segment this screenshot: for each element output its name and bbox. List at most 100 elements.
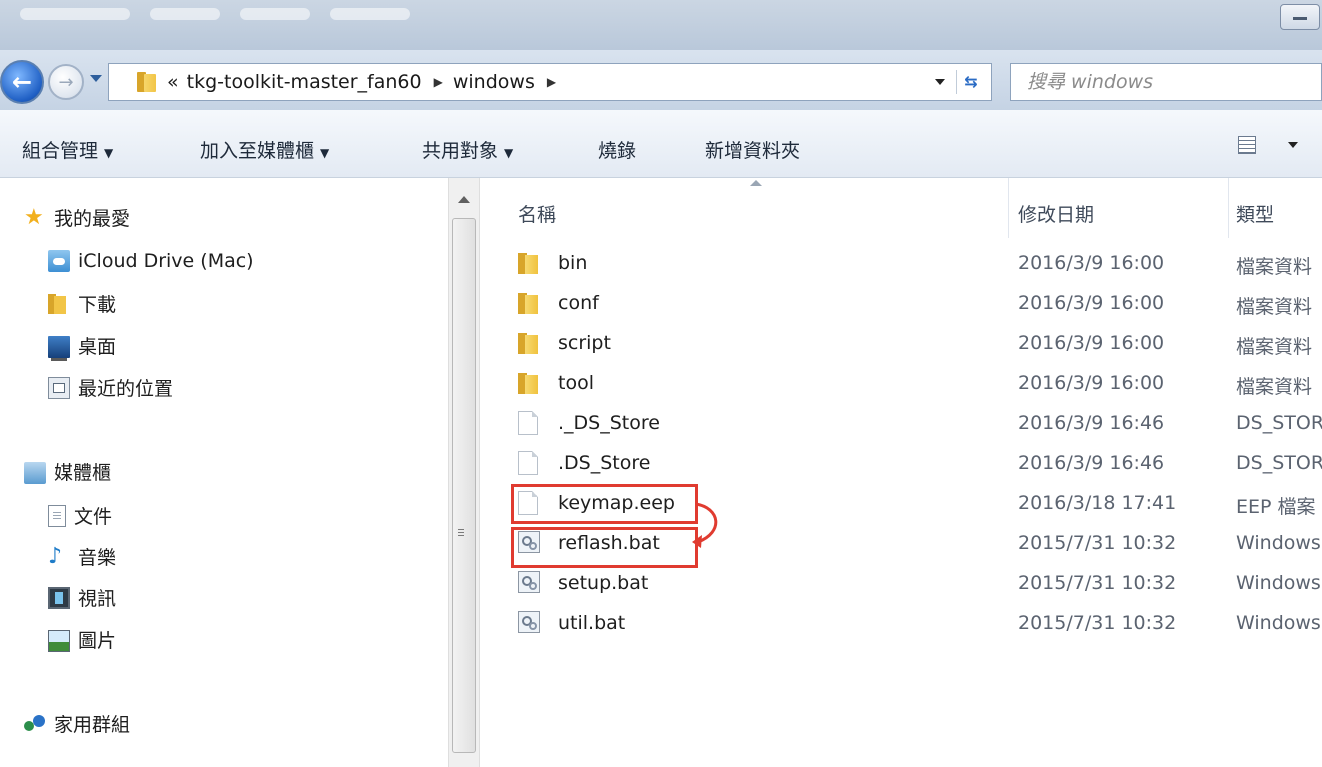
file-date: 2015/7/31 10:32	[1018, 572, 1177, 594]
nav-homegroup[interactable]: 家用群組	[24, 710, 130, 737]
add-to-library-label: 加入至媒體櫃	[200, 140, 315, 162]
back-arrow-icon: ←	[11, 68, 33, 96]
scroll-up-icon[interactable]	[458, 196, 470, 203]
file-name: setup.bat	[558, 572, 649, 594]
add-to-library-button[interactable]: 加入至媒體櫃 ▼	[200, 136, 329, 163]
refresh-icon[interactable]: ⇆	[956, 70, 985, 94]
file-type: Windows	[1236, 532, 1321, 554]
file-row[interactable]: ._DS_Store 2016/3/9 16:46 DS_STORE	[480, 404, 1322, 444]
column-divider[interactable]	[1228, 178, 1229, 238]
nav-documents[interactable]: 文件	[48, 502, 112, 529]
highlight-box-keymap	[511, 484, 698, 524]
nav-desktop-label: 桌面	[78, 336, 117, 358]
file-date: 2016/3/9 16:46	[1018, 412, 1165, 434]
file-row[interactable]: bin 2016/3/9 16:00 檔案資料	[480, 244, 1322, 284]
file-type: 檔案資料	[1236, 256, 1313, 278]
downloads-folder-icon	[48, 293, 70, 315]
nav-libraries-label: 媒體櫃	[54, 462, 112, 484]
view-options-icon[interactable]	[1238, 136, 1256, 154]
scrollbar-thumb[interactable]	[452, 218, 476, 753]
breadcrumb-tkg-toolkit[interactable]: tkg-toolkit-master_fan60	[187, 71, 422, 93]
search-input[interactable]: 搜尋 windows	[1010, 63, 1322, 101]
file-row[interactable]: .DS_Store 2016/3/9 16:46 DS_STORE	[480, 444, 1322, 484]
file-row[interactable]: script 2016/3/9 16:00 檔案資料	[480, 324, 1322, 364]
nav-favorites-label: 我的最愛	[54, 208, 131, 230]
column-header-date[interactable]: 修改日期	[1018, 200, 1094, 227]
nav-recent-places[interactable]: 最近的位置	[48, 374, 173, 401]
chevron-right-icon[interactable]: ▶	[434, 75, 443, 89]
nav-videos[interactable]: 視訊	[48, 584, 116, 611]
nav-desktop[interactable]: 桌面	[48, 332, 117, 361]
file-date: 2015/7/31 10:32	[1018, 532, 1177, 554]
library-icon	[24, 462, 46, 484]
file-name: conf	[558, 292, 599, 314]
organize-button[interactable]: 組合管理 ▼	[22, 136, 113, 163]
cloud-icon	[48, 250, 70, 272]
file-type: 檔案資料	[1236, 376, 1313, 398]
nav-favorites[interactable]: ★ 我的最愛	[24, 204, 130, 231]
forward-arrow-icon: →	[58, 71, 74, 93]
file-name: script	[558, 332, 611, 354]
file-date: 2016/3/9 16:00	[1018, 292, 1165, 314]
column-header-name[interactable]: 名稱	[518, 200, 556, 227]
folder-icon	[518, 371, 540, 395]
share-with-button[interactable]: 共用對象 ▼	[422, 136, 513, 163]
chevron-down-icon: ▼	[504, 146, 514, 160]
file-row[interactable]: setup.bat 2015/7/31 10:32 Windows	[480, 564, 1322, 604]
nav-icloud-label: iCloud Drive (Mac)	[78, 250, 254, 272]
address-dropdown-icon[interactable]	[935, 79, 945, 85]
menu-blur	[150, 8, 220, 20]
chevron-down-icon[interactable]	[1288, 142, 1298, 148]
column-divider[interactable]	[1008, 178, 1009, 238]
music-note-icon: ♪	[48, 543, 63, 569]
file-date: 2016/3/9 16:00	[1018, 372, 1165, 394]
nav-videos-label: 視訊	[78, 588, 117, 610]
nav-icloud-drive[interactable]: iCloud Drive (Mac)	[48, 250, 254, 272]
column-header-type[interactable]: 類型	[1236, 200, 1274, 227]
nav-music[interactable]: ♪ 音樂	[48, 543, 116, 570]
nav-pictures[interactable]: 圖片	[48, 626, 116, 653]
recent-pages-dropdown[interactable]	[90, 75, 102, 82]
file-row[interactable]: conf 2016/3/9 16:00 檔案資料	[480, 284, 1322, 324]
address-bar[interactable]: « tkg-toolkit-master_fan60 ▶ windows ▶ ⇆	[108, 63, 992, 101]
burn-button[interactable]: 燒錄	[598, 136, 636, 163]
file-type: Windows	[1236, 612, 1321, 634]
new-folder-button[interactable]: 新增資料夾	[705, 136, 800, 163]
folder-icon	[518, 251, 540, 275]
minimize-button[interactable]	[1280, 4, 1320, 30]
chevron-right-icon[interactable]: ▶	[547, 75, 556, 89]
file-type: DS_STORE	[1236, 412, 1322, 434]
command-bar: 組合管理 ▼ 加入至媒體櫃 ▼ 共用對象 ▼ 燒錄 新增資料夾	[0, 110, 1322, 178]
recent-places-icon	[48, 376, 70, 399]
nav-downloads[interactable]: 下載	[48, 290, 116, 317]
file-date: 2016/3/9 16:46	[1018, 452, 1165, 474]
address-row: ← → « tkg-toolkit-master_fan60 ▶ windows…	[0, 50, 1322, 110]
file-name: util.bat	[558, 612, 626, 634]
highlight-box-reflash	[511, 527, 698, 568]
nav-scrollbar[interactable]	[448, 178, 480, 767]
breadcrumb-overflow[interactable]: «	[167, 71, 179, 93]
chevron-down-icon: ▼	[320, 146, 330, 160]
picture-icon	[48, 629, 70, 652]
file-date: 2016/3/9 16:00	[1018, 252, 1165, 274]
nav-music-label: 音樂	[78, 547, 117, 569]
file-row[interactable]: tool 2016/3/9 16:00 檔案資料	[480, 364, 1322, 404]
nav-recent-label: 最近的位置	[78, 378, 174, 400]
file-icon	[518, 451, 538, 475]
nav-libraries[interactable]: 媒體櫃	[24, 458, 111, 485]
annotation-arrow-icon	[692, 502, 718, 548]
breadcrumb-windows[interactable]: windows	[453, 71, 535, 93]
file-type: 檔案資料	[1236, 296, 1313, 318]
nav-downloads-label: 下載	[78, 294, 117, 316]
nav-homegroup-label: 家用群組	[54, 714, 131, 736]
title-bar	[0, 0, 1322, 50]
file-date: 2015/7/31 10:32	[1018, 612, 1177, 634]
file-type: DS_STORE	[1236, 452, 1322, 474]
back-button[interactable]: ←	[0, 60, 44, 104]
file-row[interactable]: util.bat 2015/7/31 10:32 Windows	[480, 604, 1322, 644]
menu-blur	[330, 8, 410, 20]
batch-file-icon	[518, 571, 540, 593]
forward-button[interactable]: →	[48, 64, 84, 100]
file-icon	[518, 411, 538, 435]
navigation-pane: ★ 我的最愛 iCloud Drive (Mac) 下載 桌面 最近的位置 媒體…	[0, 178, 448, 767]
